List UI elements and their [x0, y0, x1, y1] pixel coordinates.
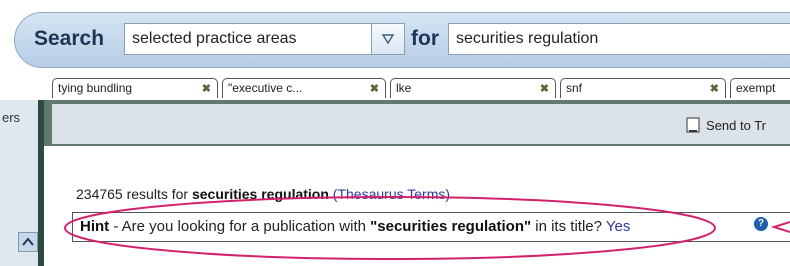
- annotation-overlay: [64, 196, 790, 260]
- annotation-ellipse: [64, 196, 716, 260]
- annotation-arrow-icon: [770, 221, 790, 233]
